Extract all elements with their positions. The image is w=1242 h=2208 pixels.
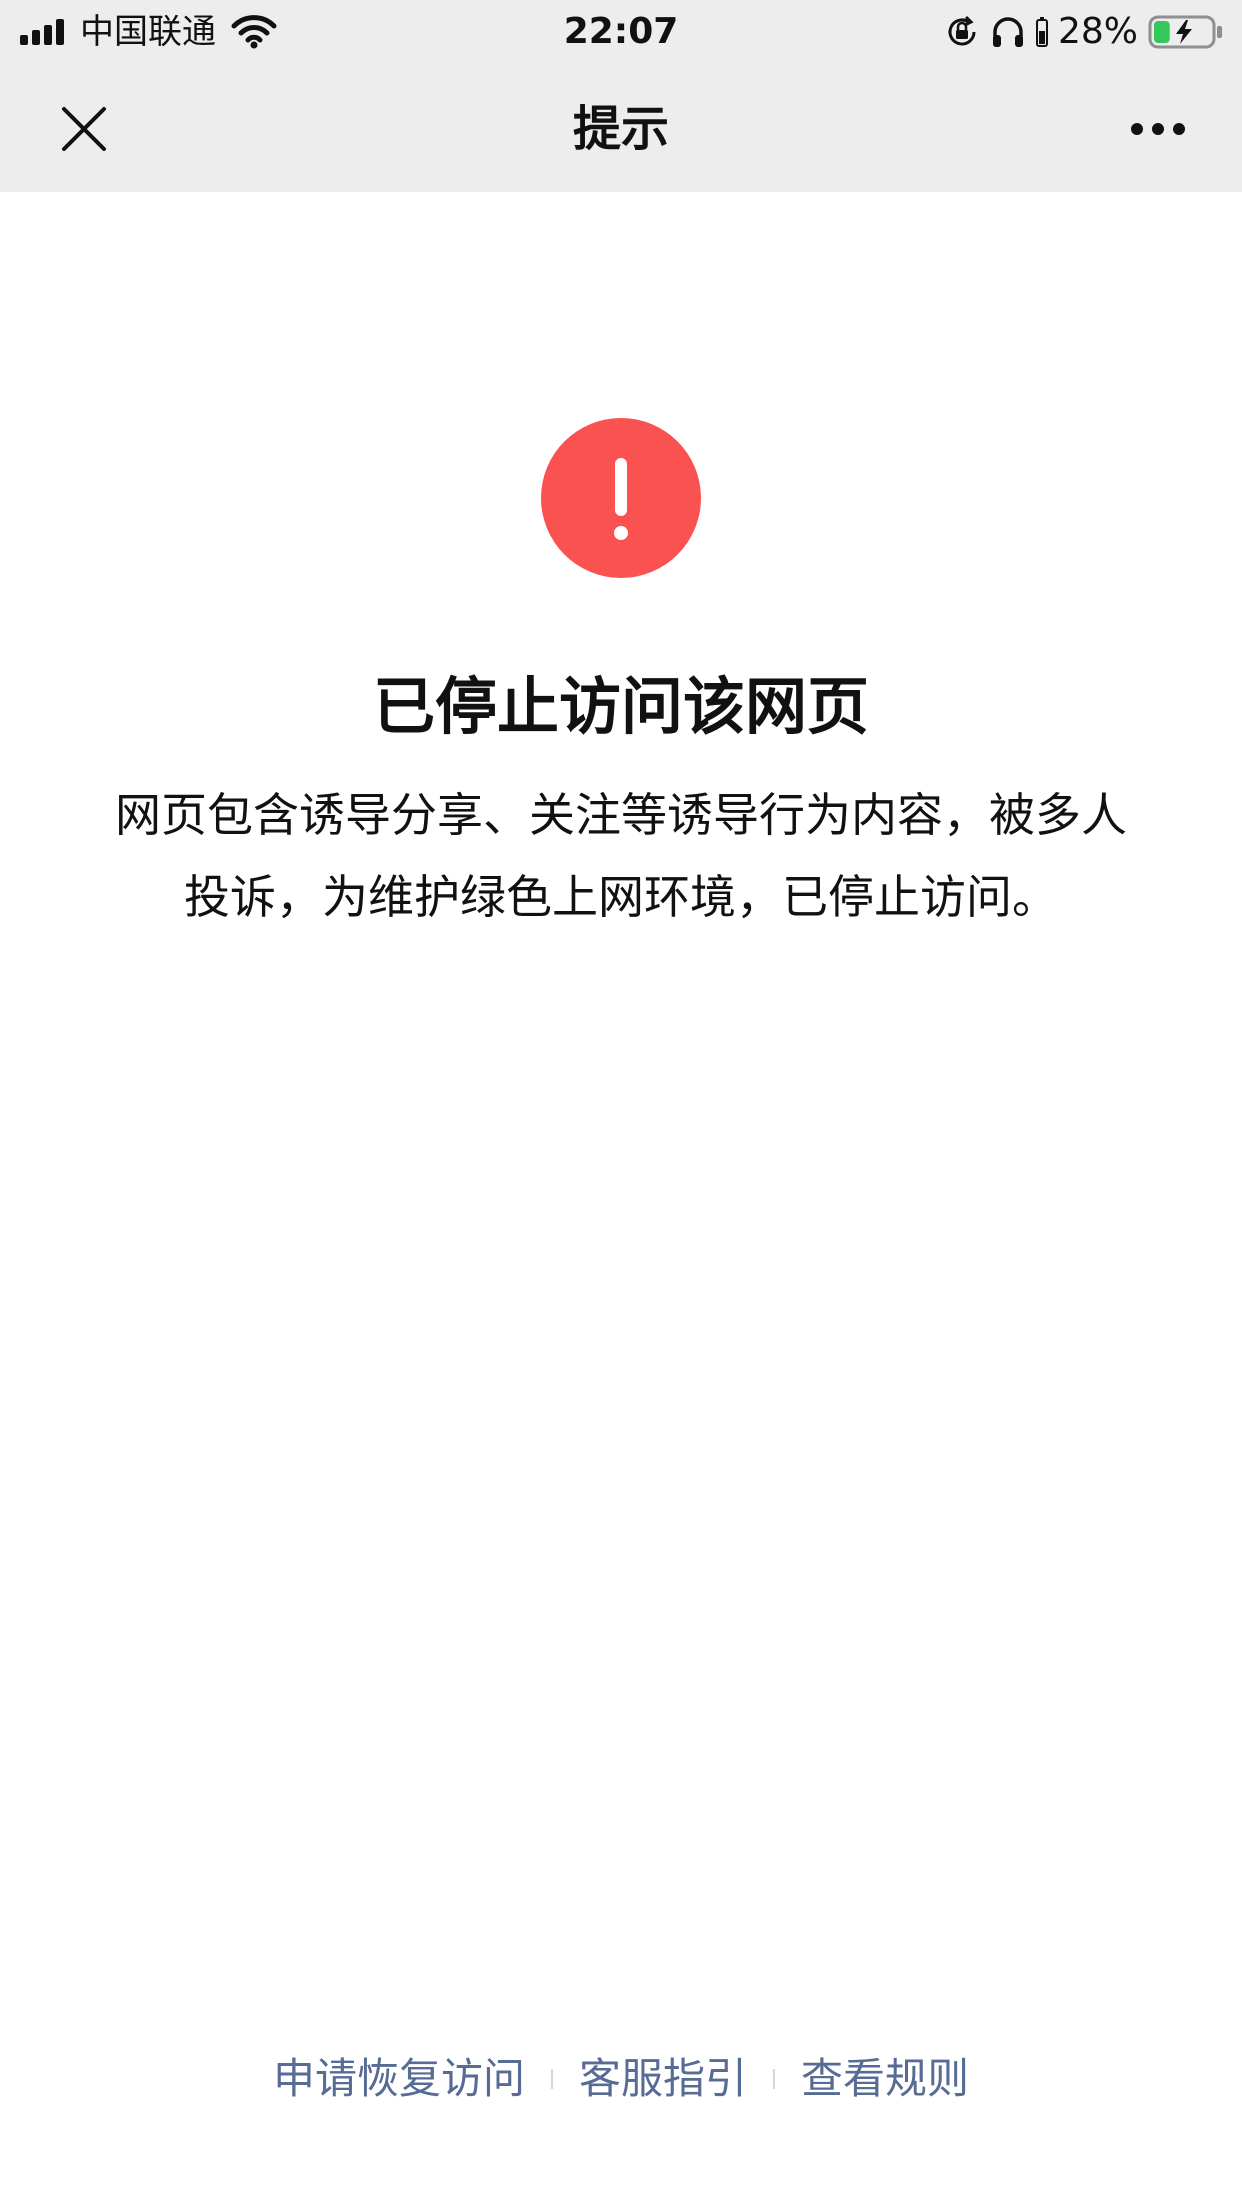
footer-links: 申请恢复访问 客服指引 查看规则 [0, 2044, 1242, 2114]
request-restore-link[interactable]: 申请恢复访问 [273, 2044, 525, 2114]
footer-separator [773, 2069, 775, 2089]
more-button[interactable] [1102, 94, 1202, 164]
page-title: 已停止访问该网页 [372, 670, 869, 743]
nav-title: 提示 [572, 101, 669, 157]
battery-icon [1148, 15, 1222, 49]
status-bar: 中国联通 22:07 28% [0, 0, 1242, 64]
status-bar-right: 28% [934, 8, 1224, 56]
blocked-message: 网页包含诱导分享、关注等诱导行为内容，被多人投诉，为维护绿色上网环境，已停止访问… [115, 788, 1127, 924]
customer-service-link[interactable]: 客服指引 [579, 2044, 747, 2114]
warning-icon [541, 418, 701, 578]
main-content: 已停止访问该网页 网页包含诱导分享、关注等诱导行为内容，被多人投诉，为维护绿色上… [0, 192, 1242, 2208]
more-icon [1131, 123, 1185, 135]
footer-separator [550, 2069, 553, 2089]
battery-percent: 28% [1057, 11, 1138, 52]
nav-bar: 提示 [0, 64, 1242, 192]
rotation-lock-icon [948, 15, 976, 46]
headphone-battery-icon [1035, 17, 1048, 47]
headphones-icon [992, 17, 1023, 47]
view-rules-link[interactable]: 查看规则 [801, 2044, 969, 2114]
